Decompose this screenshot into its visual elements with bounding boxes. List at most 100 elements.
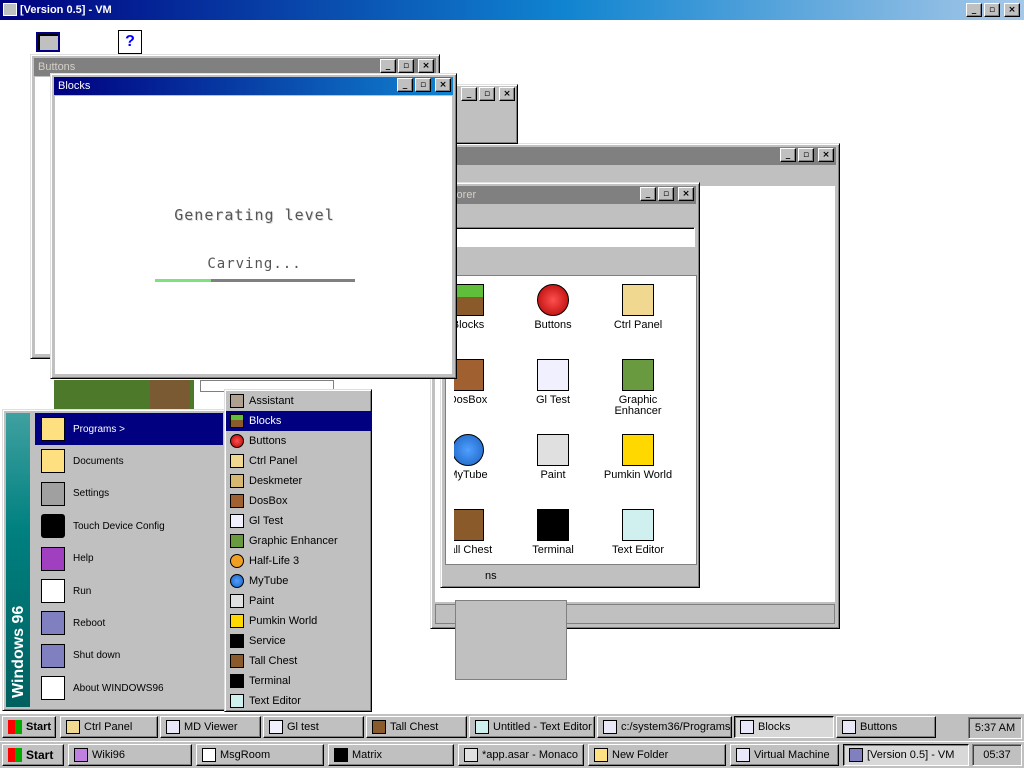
programs-menu-item[interactable]: Gl Test — [226, 511, 372, 531]
blocks-game-texture — [54, 380, 194, 412]
explorer-item[interactable]: Text Editor — [598, 509, 678, 556]
programs-menu-item[interactable]: MyTube — [226, 571, 372, 591]
close-button[interactable]: × — [499, 87, 515, 101]
vm-maximize-button[interactable]: ▫ — [984, 3, 1000, 17]
start-menu-item[interactable]: Programs > — [35, 413, 223, 445]
inner-taskbar-button[interactable]: c:/system36/Programs — [597, 716, 732, 738]
close-button[interactable]: × — [678, 187, 694, 201]
inner-taskbar-button[interactable]: Tall Chest — [366, 716, 467, 738]
vm-close-button[interactable]: × — [1004, 3, 1020, 17]
explorer-item[interactable]: Gl Test — [513, 359, 593, 406]
programs-menu-item[interactable]: Half-Life 3 — [226, 551, 372, 571]
programs-menu-item[interactable]: Pumkin World — [226, 611, 372, 631]
explorer-item[interactable]: Pumkin World — [598, 434, 678, 481]
host-taskbar-button[interactable]: Virtual Machine — [730, 744, 839, 766]
start-menu: Windows 96 Programs > Documents Settings To… — [2, 409, 226, 711]
inner-taskbar-button[interactable]: Untitled - Text Editor — [469, 716, 595, 738]
paint-icon — [537, 434, 569, 466]
host-taskbar-button[interactable]: Wiki96 — [68, 744, 192, 766]
inner-taskbar-button[interactable]: Buttons — [836, 716, 936, 738]
maximize-button[interactable]: ▫ — [479, 87, 495, 101]
minimize-button[interactable]: _ — [780, 148, 796, 162]
inner-start-button[interactable]: Start — [2, 716, 56, 738]
blocks-window[interactable]: Blocks _ ▫ × Generating level Carving... — [50, 73, 457, 379]
explorer-item[interactable]: Terminal — [513, 509, 593, 556]
control-panel-icon — [66, 720, 80, 734]
programs-menu-item-label: Tall Chest — [249, 655, 298, 667]
explorer-item[interactable]: Buttons — [513, 284, 593, 331]
control-panel-icon — [622, 284, 654, 316]
programs-menu: Assistant Blocks Buttons Ctrl Panel Deskmete… — [224, 389, 372, 712]
start-menu-item[interactable]: Help — [35, 543, 223, 575]
inner-taskbar-button[interactable]: MD Viewer — [160, 716, 261, 738]
start-menu-item-label: Shut down — [73, 650, 121, 662]
inner-taskbar-button[interactable]: Blocks — [734, 716, 834, 738]
carving-text: Carving... — [207, 256, 302, 272]
programs-menu-item[interactable]: Buttons — [226, 431, 372, 451]
host-taskbar-button[interactable]: Matrix — [328, 744, 454, 766]
host-taskbar-button[interactable]: New Folder — [588, 744, 726, 766]
notepad-icon — [622, 509, 654, 541]
programs-menu-item[interactable]: Blocks — [226, 411, 372, 431]
programs-menu-item[interactable]: Assistant — [226, 391, 372, 411]
phone-icon — [41, 514, 65, 539]
minimize-button[interactable]: _ — [397, 78, 413, 92]
explorer-item[interactable]: Paint — [513, 434, 593, 481]
maximize-button[interactable]: ▫ — [658, 187, 674, 201]
host-taskbar-button[interactable]: *app.asar - Monaco — [458, 744, 584, 766]
close-button[interactable]: × — [818, 148, 834, 162]
maximize-button[interactable]: ▫ — [415, 78, 431, 92]
dosbox-icon — [230, 494, 244, 508]
reboot-icon — [41, 611, 65, 636]
inner-taskbar-button[interactable]: Gl test — [263, 716, 364, 738]
minimize-button[interactable]: _ — [640, 187, 656, 201]
explorer-item-label: Pumkin World — [603, 469, 673, 481]
programs-menu-item[interactable]: Paint — [226, 591, 372, 611]
start-menu-item[interactable]: Shut down — [35, 640, 223, 672]
programs-menu-item[interactable]: Deskmeter — [226, 471, 372, 491]
start-menu-item[interactable]: Run — [35, 575, 223, 607]
start-menu-item[interactable]: About WINDOWS96 — [35, 672, 223, 704]
start-menu-item[interactable]: Settings — [35, 478, 223, 510]
background-window-titlebar[interactable] — [434, 147, 836, 165]
host-taskbar-button[interactable]: MsgRoom — [196, 744, 324, 766]
desktop-help-icon[interactable]: ? — [118, 30, 142, 54]
address-input[interactable] — [455, 227, 695, 247]
minimize-button[interactable]: _ — [461, 87, 477, 101]
programs-menu-item[interactable]: Terminal — [226, 671, 372, 691]
programs-menu-item[interactable]: Ctrl Panel — [226, 451, 372, 471]
host-taskbar-button[interactable]: [Version 0.5] - VM — [843, 744, 969, 766]
inner-taskbar-button[interactable]: Ctrl Panel — [60, 716, 158, 738]
programs-menu-item[interactable]: Service — [226, 631, 372, 651]
explorer-item[interactable]: Graphic Enhancer — [598, 359, 678, 417]
host-start-button[interactable]: Start — [2, 744, 64, 766]
vm-minimize-button[interactable]: _ — [966, 3, 982, 17]
start-menu-item-label: Touch Device Config — [73, 520, 165, 532]
biohazard-icon — [230, 634, 244, 648]
vm-titlebar[interactable]: [Version 0.5] - VM _ ▫ × — [0, 0, 1024, 20]
close-button[interactable]: × — [435, 78, 451, 92]
vm-icon — [3, 3, 17, 16]
gl-test-icon — [269, 720, 283, 734]
maximize-button[interactable]: ▫ — [398, 59, 414, 73]
programs-menu-item[interactable]: Tall Chest — [226, 651, 372, 671]
maximize-button[interactable]: ▫ — [798, 148, 814, 162]
blocks-canvas[interactable]: Generating level Carving... — [55, 96, 452, 374]
programs-menu-item[interactable]: DosBox — [226, 491, 372, 511]
chest-icon — [372, 720, 386, 734]
buttons-title: Buttons — [38, 61, 76, 73]
vm-title: [Version 0.5] - VM — [20, 4, 112, 16]
explorer-item[interactable]: Ctrl Panel — [598, 284, 678, 331]
programs-menu-item[interactable]: Text Editor — [226, 691, 372, 711]
start-menu-item[interactable]: Touch Device Config — [35, 510, 223, 542]
start-menu-item[interactable]: Reboot — [35, 607, 223, 639]
window-icon — [736, 748, 750, 762]
start-menu-item[interactable]: Documents — [35, 445, 223, 477]
grass-block-icon — [230, 414, 244, 428]
programs-menu-item[interactable]: Graphic Enhancer — [226, 531, 372, 551]
half-life-icon — [230, 554, 244, 568]
blocks-titlebar[interactable]: Blocks — [54, 77, 453, 95]
desktop-computer-icon[interactable] — [36, 32, 60, 52]
close-button[interactable]: × — [418, 59, 434, 73]
minimize-button[interactable]: _ — [380, 59, 396, 73]
